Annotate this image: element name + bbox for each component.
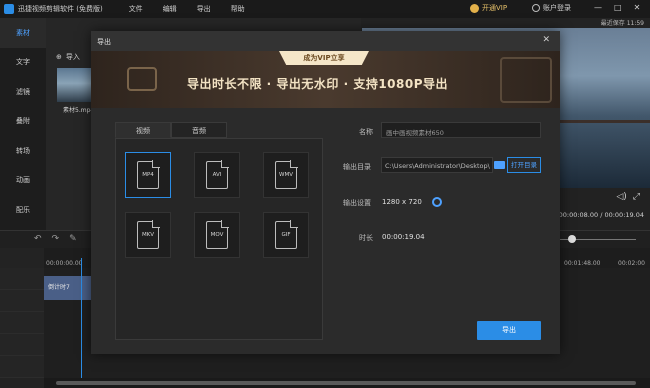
ruler-tick-start: 00:00:00.00 (46, 260, 83, 267)
fullscreen-icon[interactable]: ⤢ (633, 192, 640, 202)
menu-edit[interactable]: 编辑 (163, 4, 177, 14)
sidebar-item-animation[interactable]: 动画 (0, 166, 46, 196)
menu-help[interactable]: 帮助 (231, 4, 245, 14)
duration-label: 时长 (359, 234, 373, 242)
vip-button[interactable]: 开通VIP (470, 3, 507, 13)
import-label: 导入 (65, 53, 80, 61)
output-settings-value: 1280 x 720 (382, 198, 422, 206)
file-mp4-icon: MP4 (137, 160, 160, 189)
export-dialog-title: 导出 (91, 31, 560, 51)
sidebar-item-text[interactable]: 文字 (0, 48, 46, 78)
timeline-scrollbar-thumb[interactable] (56, 381, 636, 385)
preview-icons: ◁) ⤢ (616, 192, 640, 202)
settings-gear-icon[interactable] (432, 197, 442, 207)
edit-icon[interactable]: ✎ (69, 234, 77, 244)
video-camera-icon (127, 67, 157, 91)
app-logo-icon (4, 4, 14, 14)
import-icon: ⊕ (56, 53, 62, 61)
name-label: 名称 (359, 128, 373, 136)
export-dialog: 导出 ✕ 成为VIP立享 导出时长不限 · 导出无水印 · 支持1080P导出 … (91, 31, 560, 354)
last-saved-text: 最近保存 11:59 (600, 20, 644, 27)
menu-bar: 文件 编辑 导出 帮助 (129, 4, 245, 14)
close-window-icon[interactable]: ✕ (634, 3, 641, 12)
maximize-icon[interactable]: □ (614, 3, 622, 12)
format-wmv[interactable]: WMV (263, 152, 309, 198)
sidebar-item-filters[interactable]: 滤镜 (0, 77, 46, 107)
format-avi[interactable]: AVI (194, 152, 240, 198)
zoom-slider-knob[interactable] (568, 235, 576, 243)
sidebar: 素材 文字 滤镜 叠附 转场 动画 配乐 (0, 18, 46, 230)
voice-track-header (0, 356, 44, 378)
timeline-scrollbar[interactable] (44, 378, 650, 388)
picture-track-header (0, 290, 44, 312)
name-input[interactable]: 画中画视频素材650 (381, 122, 541, 138)
sidebar-item-media[interactable]: 素材 (0, 18, 46, 48)
sidebar-item-overlay[interactable]: 叠附 (0, 107, 46, 137)
output-dir-label: 输出目录 (343, 163, 371, 171)
format-mov[interactable]: MOV (194, 212, 240, 258)
format-mkv[interactable]: MKV (125, 212, 171, 258)
redo-icon[interactable]: ↷ (52, 234, 60, 244)
import-button[interactable]: ⊕ 导入 (56, 52, 80, 62)
duration-value: 00:00:19.04 (382, 233, 425, 241)
playhead[interactable] (81, 258, 82, 380)
text-track-header (0, 312, 44, 334)
file-mov-icon: MOV (206, 220, 229, 249)
sidebar-item-music[interactable]: 配乐 (0, 195, 46, 225)
ruler-tick-end: 00:02:00 (618, 260, 645, 267)
clip-label: 倒计时7 (48, 284, 70, 291)
menu-export[interactable]: 导出 (197, 4, 211, 14)
app-window: 迅捷视频剪辑软件 (免费版) 文件 编辑 导出 帮助 开通VIP 账户登录 — … (0, 0, 650, 388)
dialog-close-icon[interactable]: ✕ (542, 35, 550, 45)
vip-label: 开通VIP (482, 4, 508, 12)
folder-icon[interactable] (494, 161, 505, 169)
banner-ribbon: 成为VIP立享 (279, 51, 369, 65)
preview-timecode: 00:00:08.00 / 00:00:19.04 (558, 211, 644, 219)
user-icon (532, 4, 540, 12)
account-label: 账户登录 (543, 4, 571, 12)
tab-video[interactable]: 视频 (115, 122, 171, 138)
minimize-icon[interactable]: — (594, 3, 602, 12)
export-button[interactable]: 导出 (477, 321, 541, 340)
vip-crown-icon (470, 3, 479, 13)
undo-icon[interactable]: ↶ (34, 234, 42, 244)
format-grid: MP4 AVI WMV MKV MOV GIF (115, 138, 323, 340)
format-tabs: 视频 音频 (115, 122, 227, 138)
account-login-button[interactable]: 账户登录 (532, 3, 571, 13)
file-wmv-icon: WMV (275, 160, 298, 189)
format-mp4[interactable]: MP4 (125, 152, 171, 198)
volume-icon[interactable]: ◁) (616, 192, 626, 202)
video-track-header (0, 268, 44, 290)
file-avi-icon: AVI (206, 160, 229, 189)
window-controls: — □ ✕ (594, 3, 640, 12)
ruler-tick-mid: 00:01:48.00 (564, 260, 601, 267)
output-settings-label: 输出设置 (343, 199, 371, 207)
format-gif[interactable]: GIF (263, 212, 309, 258)
app-title: 迅捷视频剪辑软件 (免费版) (18, 5, 103, 13)
timeline-tools: ↶ ↷ ✎ (34, 234, 77, 244)
tab-audio[interactable]: 音频 (171, 122, 227, 138)
file-gif-icon: GIF (275, 220, 298, 249)
open-dir-button[interactable]: 打开目录 (507, 157, 541, 173)
sidebar-item-transitions[interactable]: 转场 (0, 136, 46, 166)
menu-file[interactable]: 文件 (129, 4, 143, 14)
music-track-header (0, 334, 44, 356)
output-dir-input[interactable]: C:\Users\Administrator\Desktop\ (381, 157, 493, 173)
media-item-label: 素材5.mp4 (63, 107, 95, 114)
banner-headline: 导出时长不限 · 导出无水印 · 支持1080P导出 (187, 77, 449, 91)
timeline-clip[interactable]: 倒计时7 (44, 276, 92, 300)
title-bar: 迅捷视频剪辑软件 (免费版) 文件 编辑 导出 帮助 开通VIP 账户登录 — … (0, 0, 650, 18)
film-reel-icon (500, 57, 552, 103)
vip-banner[interactable]: 成为VIP立享 导出时长不限 · 导出无水印 · 支持1080P导出 (91, 51, 560, 108)
file-mkv-icon: MKV (137, 220, 160, 249)
